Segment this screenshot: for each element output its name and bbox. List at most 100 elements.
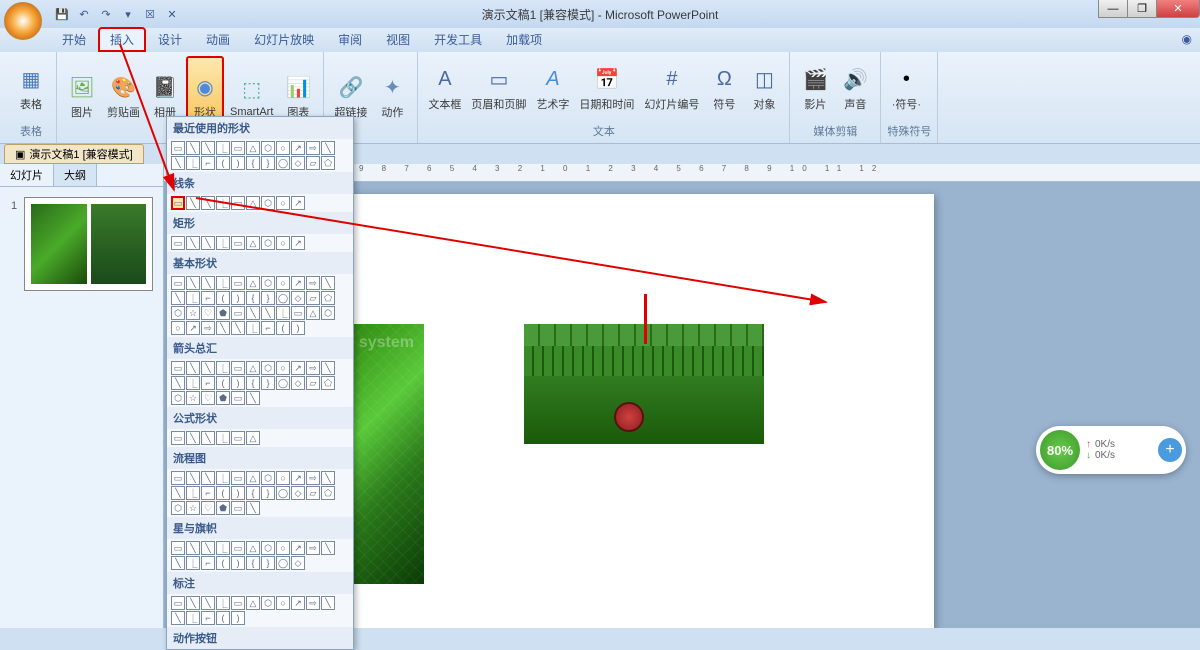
- shape-item[interactable]: ⬡: [261, 471, 275, 485]
- shape-item[interactable]: ◇: [291, 556, 305, 570]
- shape-item[interactable]: ⬟: [216, 391, 230, 405]
- shape-item[interactable]: △: [246, 431, 260, 445]
- shape-item[interactable]: ⬡: [261, 596, 275, 610]
- qat-close-icon[interactable]: ✕: [164, 6, 180, 22]
- shape-item[interactable]: ▭: [291, 306, 305, 320]
- shape-item[interactable]: ⌐: [201, 376, 215, 390]
- slide-thumbnail[interactable]: 1: [24, 197, 153, 291]
- shape-item[interactable]: ╲: [201, 141, 215, 155]
- shape-item[interactable]: △: [246, 541, 260, 555]
- shape-item[interactable]: ⬡: [261, 196, 275, 210]
- shape-item[interactable]: ○: [276, 541, 290, 555]
- shape-item[interactable]: ╲: [201, 276, 215, 290]
- shape-item[interactable]: ▭: [171, 596, 185, 610]
- shape-item[interactable]: ▭: [231, 596, 245, 610]
- shape-item[interactable]: ⎿: [186, 556, 200, 570]
- shape-item[interactable]: ↗: [291, 596, 305, 610]
- shape-item[interactable]: ): [231, 156, 245, 170]
- action-button[interactable]: ✦动作: [373, 56, 411, 137]
- tab-developer[interactable]: 开发工具: [422, 27, 494, 52]
- shape-item[interactable]: ⇨: [201, 321, 215, 335]
- shape-item[interactable]: ▭: [231, 391, 245, 405]
- shape-item[interactable]: ⎿: [216, 596, 230, 610]
- shape-item[interactable]: ╲: [201, 361, 215, 375]
- shape-item[interactable]: ▭: [171, 541, 185, 555]
- shape-item[interactable]: △: [246, 276, 260, 290]
- shape-item[interactable]: ⌐: [201, 556, 215, 570]
- shape-item[interactable]: ╲: [171, 486, 185, 500]
- shape-item[interactable]: {: [246, 486, 260, 500]
- shape-item[interactable]: ↗: [291, 471, 305, 485]
- shape-item[interactable]: ⬠: [321, 291, 335, 305]
- shape-item[interactable]: ╲: [201, 236, 215, 250]
- tab-insert[interactable]: 插入: [98, 27, 146, 52]
- shape-item[interactable]: }: [261, 291, 275, 305]
- network-speed-widget[interactable]: 80% ↑0K/s ↓0K/s +: [1036, 426, 1186, 474]
- shape-item[interactable]: ╲: [321, 471, 335, 485]
- maximize-button[interactable]: ❐: [1127, 0, 1157, 18]
- shape-item[interactable]: ╲: [201, 596, 215, 610]
- shape-item[interactable]: }: [261, 156, 275, 170]
- shape-item[interactable]: ╲: [246, 306, 260, 320]
- shape-item[interactable]: ╲: [231, 321, 245, 335]
- shape-item[interactable]: {: [246, 156, 260, 170]
- shape-item[interactable]: ⇨: [306, 141, 320, 155]
- shape-item[interactable]: ▭: [231, 306, 245, 320]
- shape-item[interactable]: ⬡: [171, 501, 185, 515]
- shape-item[interactable]: ◯: [276, 291, 290, 305]
- shape-item[interactable]: △: [246, 361, 260, 375]
- shape-item[interactable]: ⇨: [306, 471, 320, 485]
- shape-item[interactable]: }: [261, 556, 275, 570]
- shape-item[interactable]: ○: [276, 196, 290, 210]
- shape-item[interactable]: (: [216, 486, 230, 500]
- shape-item[interactable]: ╲: [171, 611, 185, 625]
- shape-item[interactable]: ⎿: [216, 141, 230, 155]
- minimize-button[interactable]: —: [1098, 0, 1128, 18]
- shape-item[interactable]: ○: [276, 276, 290, 290]
- shape-item[interactable]: ▭: [171, 236, 185, 250]
- shape-item[interactable]: ⎿: [216, 541, 230, 555]
- shape-item[interactable]: ╲: [171, 376, 185, 390]
- shape-item[interactable]: ╲: [246, 501, 260, 515]
- shape-item[interactable]: ⎿: [186, 156, 200, 170]
- shape-item[interactable]: △: [246, 196, 260, 210]
- shape-item[interactable]: ╲: [246, 391, 260, 405]
- shape-item[interactable]: ╲: [186, 431, 200, 445]
- shape-item[interactable]: ○: [276, 236, 290, 250]
- shape-item[interactable]: ○: [276, 471, 290, 485]
- tab-design[interactable]: 设计: [146, 27, 194, 52]
- shape-item[interactable]: {: [246, 291, 260, 305]
- shape-item[interactable]: ⎿: [186, 291, 200, 305]
- sound-button[interactable]: 🔊声音: [836, 56, 874, 121]
- shape-item[interactable]: ): [291, 321, 305, 335]
- shape-item[interactable]: {: [246, 556, 260, 570]
- shape-item[interactable]: ◯: [276, 486, 290, 500]
- shape-item[interactable]: ▭: [171, 361, 185, 375]
- shape-item[interactable]: ⬠: [321, 486, 335, 500]
- shape-item[interactable]: ╲: [201, 196, 215, 210]
- shape-item[interactable]: ◇: [291, 156, 305, 170]
- shape-item[interactable]: ⎿: [216, 431, 230, 445]
- shape-item[interactable]: ⇨: [306, 276, 320, 290]
- shape-item[interactable]: ⎿: [216, 236, 230, 250]
- shape-item[interactable]: ⌐: [261, 321, 275, 335]
- picture-button[interactable]: 🖼图片: [63, 56, 101, 137]
- shape-item[interactable]: ╲: [321, 541, 335, 555]
- textbox-button[interactable]: A文本框: [424, 56, 465, 121]
- shape-item[interactable]: ▭: [231, 276, 245, 290]
- shape-item[interactable]: ▭: [231, 196, 245, 210]
- headerfooter-button[interactable]: ▭页眉和页脚: [467, 56, 530, 121]
- shape-item[interactable]: ◇: [291, 291, 305, 305]
- tab-slideshow[interactable]: 幻灯片放映: [242, 27, 326, 52]
- slidenumber-button[interactable]: #幻灯片编号: [640, 56, 703, 121]
- shape-item[interactable]: ⎿: [216, 471, 230, 485]
- shape-item[interactable]: ▭: [231, 541, 245, 555]
- shape-item[interactable]: ╲: [186, 236, 200, 250]
- shape-item[interactable]: ▱: [306, 156, 320, 170]
- shape-item[interactable]: ⌐: [201, 156, 215, 170]
- shape-item[interactable]: ⬡: [261, 276, 275, 290]
- shape-item[interactable]: ⇨: [306, 541, 320, 555]
- shape-item[interactable]: ⎿: [216, 196, 230, 210]
- outline-tab[interactable]: 大纲: [54, 164, 97, 186]
- shape-item[interactable]: ↗: [291, 541, 305, 555]
